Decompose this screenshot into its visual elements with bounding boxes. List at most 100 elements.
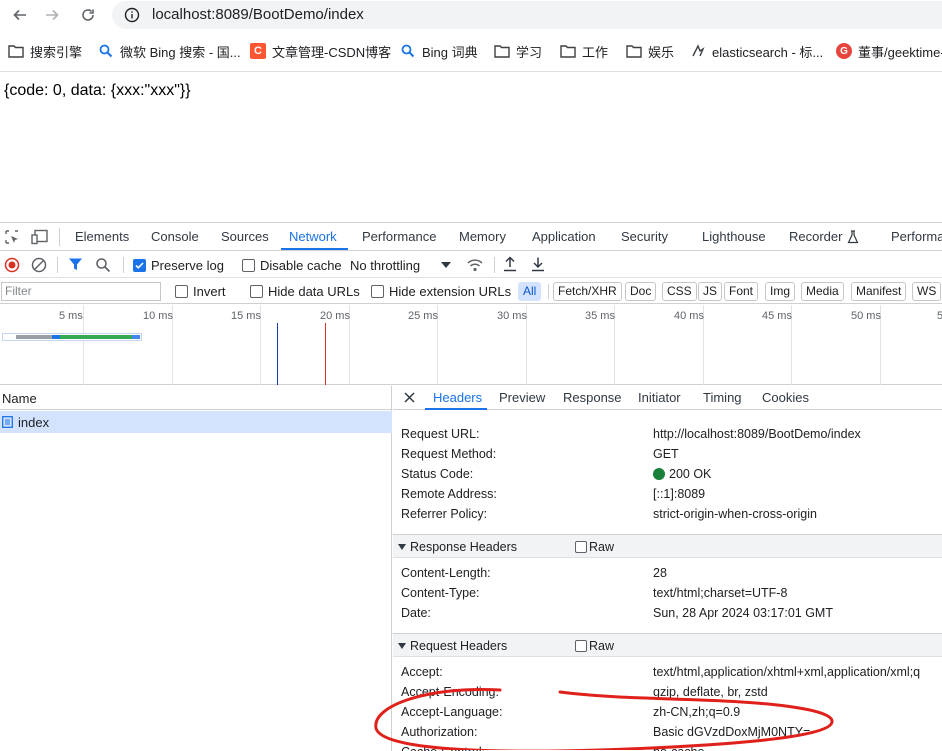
filter-funnel-icon[interactable] bbox=[68, 257, 83, 272]
filter-chip-js[interactable]: JS bbox=[698, 282, 723, 301]
tab-performance[interactable]: Performance bbox=[362, 229, 436, 244]
filter-chip-font[interactable]: Font bbox=[724, 282, 759, 301]
tab-sources[interactable]: Sources bbox=[221, 229, 269, 244]
tab-lighthouse[interactable]: Lighthouse bbox=[702, 229, 766, 244]
tab-recorder[interactable]: Recorder bbox=[789, 229, 842, 244]
raw-checkbox[interactable] bbox=[575, 640, 587, 652]
header-value[interactable]: strict-origin-when-cross-origin bbox=[653, 507, 817, 521]
reload-button[interactable] bbox=[76, 3, 100, 27]
invert-checkbox[interactable] bbox=[175, 285, 188, 298]
search-icon[interactable] bbox=[95, 257, 111, 273]
filter-chip-all[interactable]: All bbox=[518, 282, 542, 301]
hide-data-urls-checkbox[interactable] bbox=[250, 285, 263, 298]
hide-extension-urls-label[interactable]: Hide extension URLs bbox=[389, 284, 511, 299]
status-code-value[interactable]: 200 OK bbox=[653, 467, 711, 481]
tab-performance-insights[interactable]: Performa bbox=[891, 229, 942, 244]
bookmark-csdn[interactable]: C 文章管理-CSDN博客 bbox=[250, 41, 391, 61]
tab-network[interactable]: Network bbox=[289, 229, 337, 244]
raw-checkbox[interactable] bbox=[575, 541, 587, 553]
header-key: Status Code: bbox=[401, 467, 474, 481]
header-value[interactable]: 28 bbox=[653, 566, 667, 580]
preserve-log-label[interactable]: Preserve log bbox=[151, 258, 224, 273]
chevron-down-icon[interactable] bbox=[441, 262, 451, 268]
filter-chip-ws[interactable]: WS bbox=[912, 282, 942, 301]
header-value[interactable]: Sun, 28 Apr 2024 03:17:01 GMT bbox=[653, 606, 833, 620]
url-text[interactable]: localhost:8089/BootDemo/index bbox=[152, 6, 364, 23]
header-value[interactable]: GET bbox=[653, 447, 679, 461]
check-icon bbox=[135, 262, 144, 269]
disable-cache-checkbox[interactable] bbox=[242, 259, 255, 272]
info-icon[interactable] bbox=[124, 7, 140, 23]
network-conditions-icon[interactable] bbox=[466, 257, 484, 273]
tab-application[interactable]: Application bbox=[532, 229, 596, 244]
tab-elements[interactable]: Elements bbox=[75, 229, 129, 244]
address-bar[interactable]: localhost:8089/BootDemo/index bbox=[112, 1, 942, 29]
invert-label[interactable]: Invert bbox=[193, 284, 226, 299]
request-name[interactable]: index bbox=[18, 415, 49, 430]
folder-icon bbox=[494, 43, 510, 59]
bookmark-work[interactable]: 工作 bbox=[560, 41, 608, 61]
filter-chip-media[interactable]: Media bbox=[801, 282, 844, 301]
overview-tick-label: 40 ms bbox=[674, 310, 704, 322]
filter-input[interactable]: Filter bbox=[1, 282, 161, 301]
response-headers-section[interactable]: Response Headers Raw bbox=[393, 534, 942, 558]
filter-chip-manifest[interactable]: Manifest bbox=[851, 282, 907, 301]
inspect-element-icon[interactable] bbox=[4, 229, 20, 245]
import-har-icon[interactable] bbox=[503, 256, 517, 272]
header-value[interactable]: [::1]:8089 bbox=[653, 487, 705, 501]
details-tab-headers[interactable]: Headers bbox=[433, 390, 482, 405]
csdn-icon: C bbox=[250, 43, 266, 59]
header-value[interactable]: text/html,application/xhtml+xml,applicat… bbox=[653, 665, 920, 679]
tab-memory[interactable]: Memory bbox=[459, 229, 506, 244]
request-headers-title[interactable]: Request Headers bbox=[410, 639, 507, 653]
header-value[interactable]: text/html;charset=UTF-8 bbox=[653, 586, 787, 600]
forward-button[interactable] bbox=[40, 3, 64, 27]
status-code-text: 200 OK bbox=[669, 467, 712, 481]
network-overview-timeline[interactable]: 5 ms 10 ms 15 ms 20 ms 25 ms 30 ms 35 ms… bbox=[0, 305, 942, 385]
device-toolbar-icon[interactable] bbox=[31, 229, 49, 245]
bookmark-bing-search[interactable]: 微软 Bing 搜索 - 国... bbox=[98, 41, 241, 61]
bookmark-geektime[interactable]: G 董事/geektime- bbox=[836, 41, 942, 61]
header-value[interactable]: no-cache bbox=[653, 745, 704, 751]
filter-chip-fetch-xhr[interactable]: Fetch/XHR bbox=[553, 282, 622, 301]
export-har-icon[interactable] bbox=[531, 256, 545, 272]
bookmark-elasticsearch[interactable]: elasticsearch - 标... bbox=[690, 41, 823, 61]
bookmark-study[interactable]: 学习 bbox=[494, 41, 542, 61]
throttling-select[interactable]: No throttling bbox=[350, 258, 420, 273]
header-value[interactable]: http://localhost:8089/BootDemo/index bbox=[653, 427, 861, 441]
tab-console[interactable]: Console bbox=[151, 229, 199, 244]
response-headers-title[interactable]: Response Headers bbox=[410, 540, 517, 554]
clear-icon[interactable] bbox=[31, 257, 47, 273]
disable-cache-label[interactable]: Disable cache bbox=[260, 258, 342, 273]
details-tab-preview[interactable]: Preview bbox=[499, 390, 545, 405]
details-tab-timing[interactable]: Timing bbox=[703, 390, 742, 405]
details-tab-response[interactable]: Response bbox=[563, 390, 622, 405]
raw-label[interactable]: Raw bbox=[589, 540, 614, 554]
bookmark-search-engines[interactable]: 搜索引擎 bbox=[8, 41, 82, 61]
bookmark-bing-dict[interactable]: Bing 词典 bbox=[400, 41, 478, 61]
record-icon[interactable] bbox=[4, 257, 20, 273]
header-value[interactable]: gzip, deflate, br, zstd bbox=[653, 685, 768, 699]
close-icon[interactable] bbox=[404, 392, 415, 403]
filter-chip-doc[interactable]: Doc bbox=[625, 282, 657, 301]
column-name-header[interactable]: Name bbox=[2, 391, 37, 406]
authorization-value[interactable]: Basic dGVzdDoxMjM0NTY= bbox=[653, 725, 810, 739]
tab-divider bbox=[59, 228, 60, 246]
header-value[interactable]: zh-CN,zh;q=0.9 bbox=[653, 705, 740, 719]
hide-data-urls-label[interactable]: Hide data URLs bbox=[268, 284, 360, 299]
header-key: Request URL: bbox=[401, 427, 480, 441]
filter-chip-img[interactable]: Img bbox=[765, 282, 796, 301]
back-button[interactable] bbox=[8, 3, 32, 27]
filter-chip-css[interactable]: CSS bbox=[662, 282, 697, 301]
details-active-tab-indicator bbox=[425, 408, 487, 410]
bookmark-entertainment[interactable]: 娱乐 bbox=[626, 41, 674, 61]
request-headers-section[interactable]: Request Headers Raw bbox=[393, 633, 942, 657]
hide-extension-urls-checkbox[interactable] bbox=[371, 285, 384, 298]
details-tab-initiator[interactable]: Initiator bbox=[638, 390, 681, 405]
preserve-log-checkbox[interactable] bbox=[133, 259, 146, 272]
elastic-icon bbox=[690, 43, 706, 59]
raw-label[interactable]: Raw bbox=[589, 639, 614, 653]
details-tab-cookies[interactable]: Cookies bbox=[762, 390, 809, 405]
tab-security[interactable]: Security bbox=[621, 229, 668, 244]
request-row[interactable]: index bbox=[0, 411, 392, 433]
